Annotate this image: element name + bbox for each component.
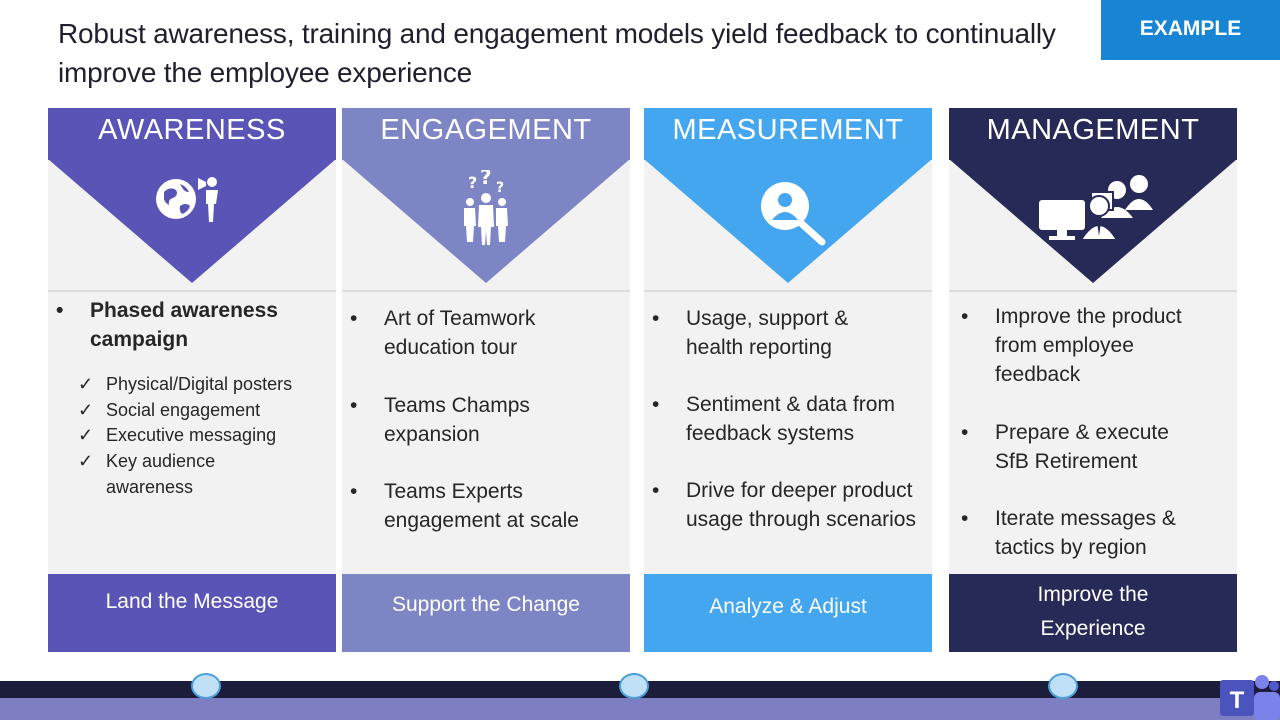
column-divider [48, 290, 336, 292]
column-measurement: MEASUREMENT • Usage, support & health re… [644, 108, 932, 652]
search-person-icon [761, 182, 826, 246]
checkmark-icon: ✓ [78, 425, 94, 445]
bullet-dot: • [652, 393, 660, 416]
column-footer: Analyze & Adjust [644, 574, 932, 652]
bullet-dot: • [652, 479, 660, 502]
bullet-dot: • [350, 307, 358, 330]
example-badge: EXAMPLE [1101, 0, 1280, 60]
column-awareness: AWARENESS • Phased awareness campaign ✓ … [48, 108, 336, 652]
column-footer: Improve the Experience [949, 574, 1237, 652]
checkmark-icon: ✓ [78, 374, 94, 394]
column-footer: Land the Message [48, 574, 336, 652]
timeline-node [191, 673, 221, 699]
bullet-dot: • [961, 421, 969, 444]
timeline-node [1048, 673, 1078, 699]
teams-logo-icon: T [1220, 675, 1280, 720]
bottom-band [0, 698, 1280, 720]
column-management: MANAGEMENT • Improve the product from em… [949, 108, 1237, 652]
svg-text:?: ? [468, 173, 477, 192]
column-header: ENGAGEMENT [380, 114, 592, 146]
bullet-dot: • [961, 305, 969, 328]
bullet-dot: • [56, 299, 64, 322]
checkmark-icon: ✓ [78, 451, 94, 471]
svg-text:?: ? [480, 170, 492, 189]
slide-title: Robust awareness, training and engagemen… [58, 18, 1056, 88]
column-footer: Support the Change [342, 574, 630, 652]
column-header: MANAGEMENT [986, 114, 1200, 146]
globe-megaphone-icon [156, 177, 218, 222]
column-header: AWARENESS [98, 114, 286, 146]
people-questions-icon: ? ? ? [464, 170, 508, 245]
column-divider [342, 290, 630, 292]
timeline-node [619, 673, 649, 699]
column-header: MEASUREMENT [672, 114, 904, 146]
bullet-dot: • [350, 394, 358, 417]
svg-text:?: ? [496, 180, 504, 196]
checkmark-icon: ✓ [78, 400, 94, 420]
computer-users-icon [1039, 175, 1153, 241]
column-engagement: ENGAGEMENT ? ? ? • Art of Teamwork educa… [342, 108, 630, 652]
svg-text:T: T [1230, 687, 1245, 714]
bullet-dot: • [350, 480, 358, 503]
column-divider [644, 290, 932, 292]
column-divider [949, 290, 1237, 292]
bullet-dot: • [652, 307, 660, 330]
bullet-dot: • [961, 507, 969, 530]
